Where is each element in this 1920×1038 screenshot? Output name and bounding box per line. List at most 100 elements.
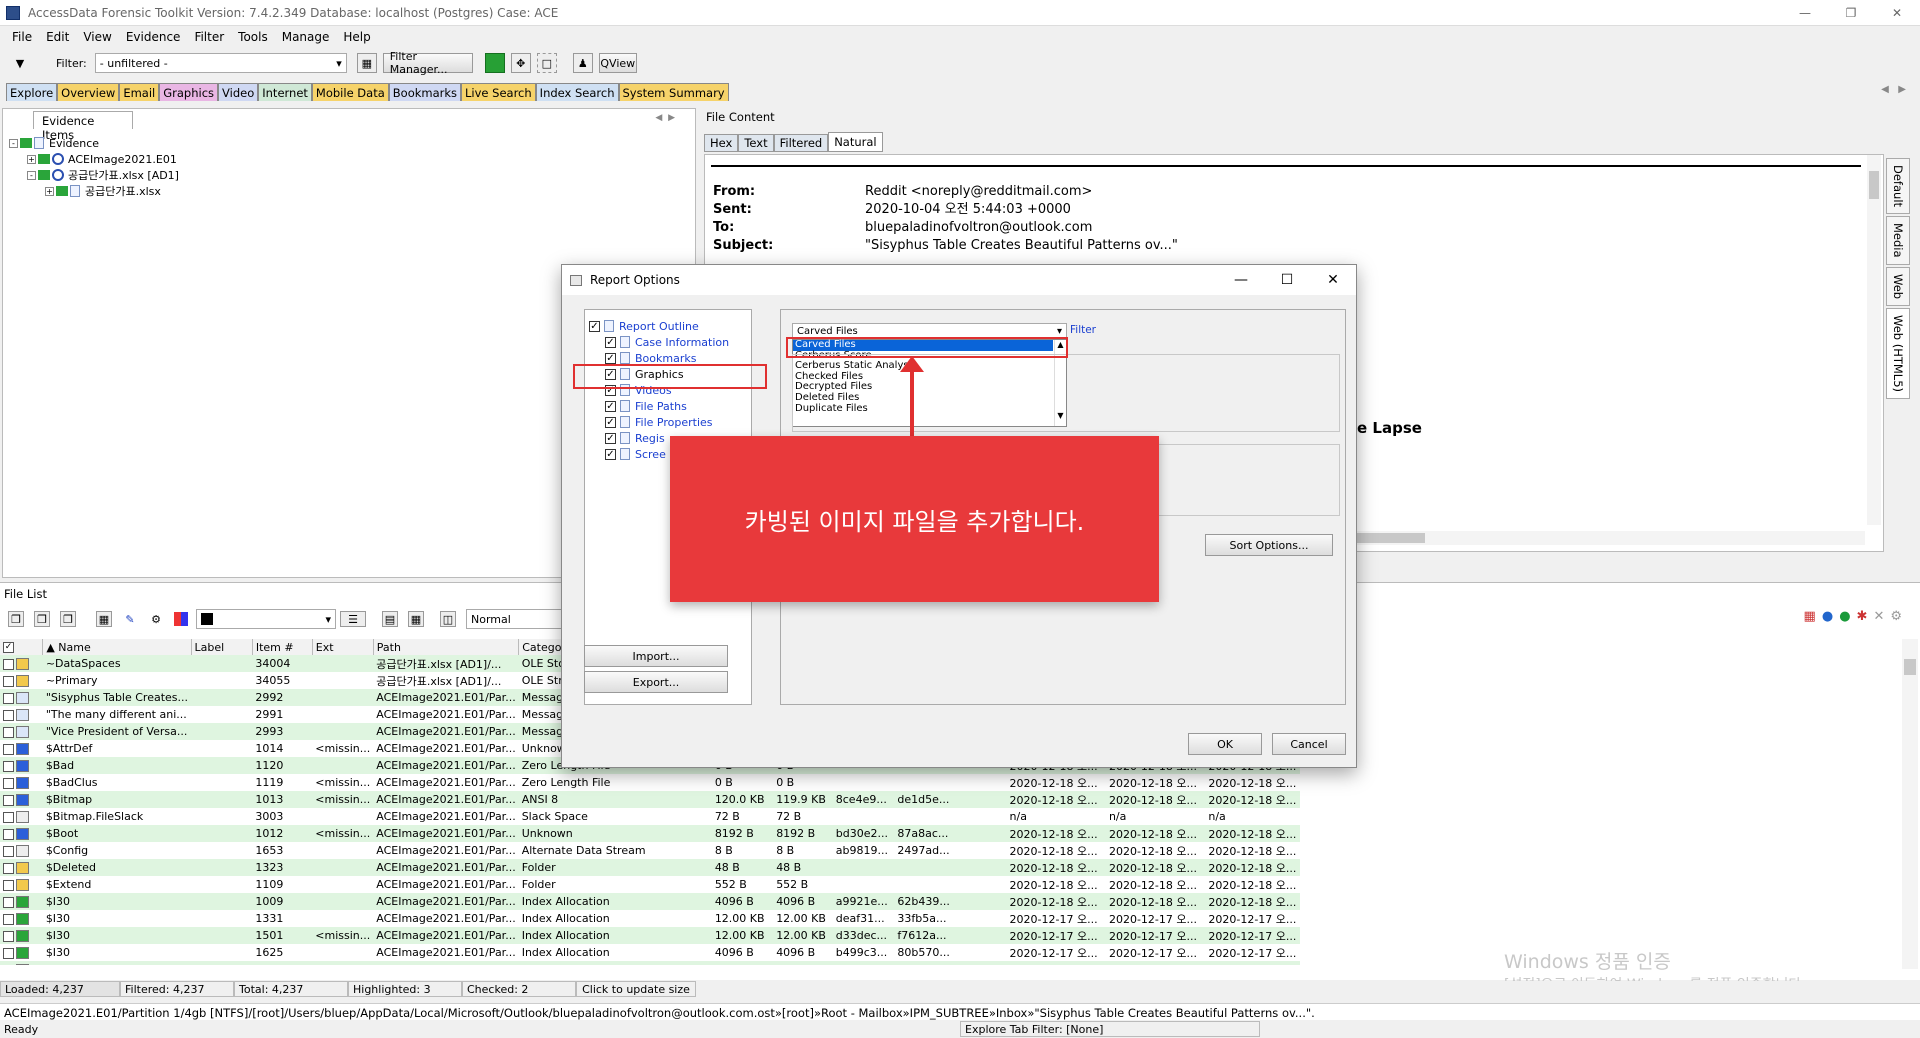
checkbox[interactable]: ✓ xyxy=(605,432,616,444)
column-settings-icon[interactable]: ◫ xyxy=(440,611,456,627)
side-tab-web-html5[interactable]: Web (HTML5) xyxy=(1886,307,1910,399)
tab-explore[interactable]: Explore xyxy=(6,83,58,101)
tab-system-summary[interactable]: System Summary xyxy=(618,83,729,101)
row-checkbox[interactable] xyxy=(3,743,14,755)
gear-icon[interactable]: ⚙ xyxy=(1890,609,1902,624)
row-check-cell[interactable] xyxy=(0,842,43,859)
minimize-button[interactable]: — xyxy=(1782,0,1828,26)
columns-icon[interactable]: ☰ xyxy=(340,611,366,627)
duplicate-icon[interactable]: ❐ xyxy=(34,611,50,627)
row-checkbox[interactable] xyxy=(3,675,14,687)
tree-node-xlsx[interactable]: + 공급단가표.xlsx xyxy=(9,183,179,199)
thumbnail-icon[interactable]: ▦ xyxy=(1804,609,1816,624)
tab-live-search[interactable]: Live Search xyxy=(461,83,536,101)
header-label[interactable]: Label xyxy=(191,639,253,655)
header-ext[interactable]: Ext xyxy=(312,639,374,655)
print-icon[interactable]: ▤ xyxy=(382,611,398,627)
report-icon[interactable]: ▦ xyxy=(96,611,112,627)
select-region-icon[interactable]: □ xyxy=(536,53,557,73)
outline-file-paths[interactable]: ✓ File Paths xyxy=(589,398,751,414)
menu-filter[interactable]: Filter xyxy=(194,30,224,44)
color-label-icon[interactable] xyxy=(174,612,188,626)
hscroll-thumb[interactable] xyxy=(1345,533,1425,543)
vertical-scrollbar[interactable] xyxy=(1867,155,1881,525)
scrollbar-thumb[interactable] xyxy=(1869,171,1879,199)
row-check-cell[interactable] xyxy=(0,689,43,706)
table-row[interactable]: $Boot 1012 <missin... ACEImage2021.E01/Par.… xyxy=(0,825,1300,842)
table-row[interactable]: $Extend 1109 ACEImage2021.E01/Par... Folder… xyxy=(0,876,1300,893)
green-filter-icon[interactable] xyxy=(484,53,505,73)
row-checkbox[interactable] xyxy=(3,845,14,857)
row-checkbox[interactable] xyxy=(3,794,14,806)
close-icon[interactable]: ✕ xyxy=(1873,609,1884,624)
table-row[interactable]: $I30 1640<missin...ACEImage2021.E01/Par..… xyxy=(0,961,1300,965)
row-checkbox[interactable] xyxy=(3,964,14,965)
row-check-cell[interactable] xyxy=(0,876,43,893)
file-list-scrollbar[interactable] xyxy=(1902,639,1918,969)
restore-button[interactable]: ❐ xyxy=(1828,0,1874,26)
menu-tools[interactable]: Tools xyxy=(238,30,268,44)
dialog-minimize-button[interactable]: — xyxy=(1218,265,1264,295)
side-tab-web[interactable]: Web xyxy=(1886,266,1910,306)
filter-manager-button[interactable]: Filter Manager... xyxy=(382,50,473,76)
header-path[interactable]: Path xyxy=(373,639,520,655)
outline-file-properties[interactable]: ✓ File Properties xyxy=(589,414,751,430)
row-checkbox[interactable] xyxy=(3,947,14,959)
table-icon[interactable]: ▦ xyxy=(408,611,424,627)
sparkle-icon[interactable]: ✱ xyxy=(1857,609,1868,624)
row-checkbox[interactable] xyxy=(3,692,14,704)
menu-evidence[interactable]: Evidence xyxy=(126,30,181,44)
table-row[interactable]: $I30 1331 ACEImage2021.E01/Par... Index All… xyxy=(0,910,1300,927)
row-check-cell[interactable] xyxy=(0,944,43,961)
menu-help[interactable]: Help xyxy=(343,30,370,44)
tab-email[interactable]: Email xyxy=(119,83,160,101)
row-check-cell[interactable] xyxy=(0,740,43,757)
tree-node-evidence[interactable]: - Evidence xyxy=(9,135,179,151)
checkbox[interactable]: ✓ xyxy=(605,448,616,460)
row-check-cell[interactable] xyxy=(0,723,43,740)
tab-hex[interactable]: Hex xyxy=(704,134,739,152)
checkbox[interactable]: ✓ xyxy=(605,336,616,348)
row-checkbox[interactable] xyxy=(3,811,14,823)
chart-icon[interactable]: ● xyxy=(1839,609,1850,624)
menu-manage[interactable]: Manage xyxy=(282,30,330,44)
table-row[interactable]: $I30 1501 <missin... ACEImage2021.E01/Par..… xyxy=(0,927,1300,944)
row-check-cell[interactable] xyxy=(0,808,43,825)
row-check-cell[interactable] xyxy=(0,672,43,689)
tab-natural[interactable]: Natural xyxy=(828,132,883,152)
checkbox[interactable]: ✓ xyxy=(605,400,616,412)
menu-file[interactable]: File xyxy=(12,30,32,44)
tools-icon[interactable]: ⚙ xyxy=(148,611,164,627)
move-icon[interactable]: ✥ xyxy=(510,53,531,73)
import-button[interactable]: Import... xyxy=(584,645,728,667)
header-name[interactable]: ▲ Name xyxy=(42,639,192,655)
qview-button[interactable]: QView xyxy=(598,53,637,73)
dialog-maximize-button[interactable]: ☐ xyxy=(1264,265,1310,295)
checkbox[interactable]: ✓ xyxy=(605,352,616,364)
filter-select[interactable]: - unfiltered - ▾ xyxy=(94,53,347,73)
tree-node-image[interactable]: + ACEImage2021.E01 xyxy=(9,151,179,167)
row-check-cell[interactable] xyxy=(0,961,43,965)
table-row[interactable]: $Deleted 1323 ACEImage2021.E01/Par... Folde… xyxy=(0,859,1300,876)
tab-scroll-arrows[interactable]: ◀ ▶ xyxy=(1881,84,1906,95)
row-checkbox[interactable] xyxy=(3,828,14,840)
horizontal-scrollbar[interactable] xyxy=(1285,531,1865,545)
side-tab-default[interactable]: Default xyxy=(1886,158,1910,215)
select-all-checkbox[interactable]: ✓ xyxy=(3,642,14,653)
table-row[interactable]: $Bitmap.FileSlack 3003 ACEImage2021.E01/Pa… xyxy=(0,808,1300,825)
row-check-cell[interactable] xyxy=(0,655,43,672)
tab-internet[interactable]: Internet xyxy=(258,83,312,101)
filter-link[interactable]: Filter xyxy=(1070,324,1096,336)
copy-icon[interactable]: ❐ xyxy=(8,611,24,627)
checkbox[interactable]: ✓ xyxy=(589,320,600,332)
row-checkbox[interactable] xyxy=(3,726,14,738)
update-size-button[interactable]: Click to update size xyxy=(576,981,696,997)
globe-icon[interactable]: ● xyxy=(1822,609,1833,624)
expand-icon[interactable]: + xyxy=(45,186,54,196)
row-check-cell[interactable] xyxy=(0,774,43,791)
table-row[interactable]: $Bitmap 1013 <missin... ACEImage2021.E01/Pa… xyxy=(0,791,1300,808)
filter-manager-icon[interactable]: ▦ xyxy=(356,53,377,73)
funnel-icon[interactable]: ▼ xyxy=(10,53,30,73)
outline-case-information[interactable]: ✓ Case Information xyxy=(589,334,751,350)
export-icon[interactable]: ❐ xyxy=(60,611,76,627)
